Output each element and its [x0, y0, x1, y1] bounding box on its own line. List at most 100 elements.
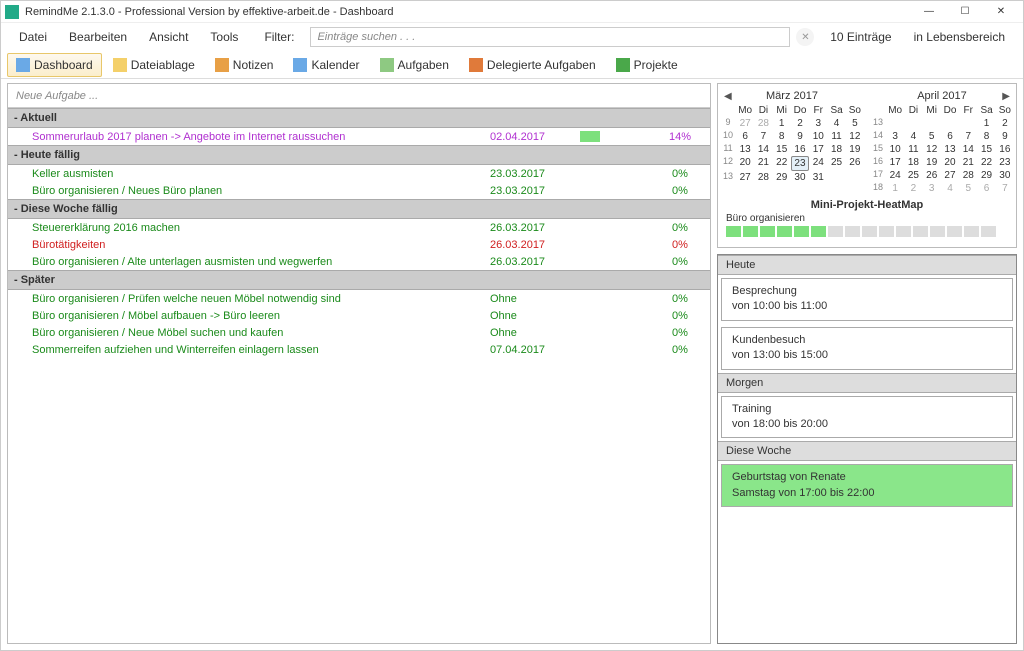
calendar-day[interactable]: 22 [977, 156, 995, 169]
calendar-day[interactable]: 23 [996, 156, 1014, 169]
task-row[interactable]: Büro organisieren / Möbel aufbauen -> Bü… [8, 307, 710, 324]
task-row[interactable]: Sommerreifen aufziehen und Winterreifen … [8, 341, 710, 358]
menu-datei[interactable]: Datei [9, 26, 57, 48]
maximize-button[interactable]: ☐ [947, 2, 983, 22]
calendar-day[interactable]: 1 [886, 182, 904, 195]
agenda-item[interactable]: Besprechungvon 10:00 bis 11:00 [721, 278, 1013, 321]
tab-projekte[interactable]: Projekte [607, 53, 687, 77]
calendar-day[interactable]: 7 [754, 130, 772, 143]
calendar-day[interactable]: 14 [959, 143, 977, 156]
calendar-day[interactable]: 1 [977, 117, 995, 130]
calendar-prev-icon[interactable]: ◀ [724, 91, 732, 102]
calendar-day[interactable]: 30 [996, 169, 1014, 182]
calendar-day[interactable]: 22 [773, 156, 791, 171]
task-row[interactable]: Keller ausmisten23.03.20170% [8, 165, 710, 182]
calendar-day[interactable]: 27 [736, 171, 754, 184]
calendar-day[interactable]: 17 [886, 156, 904, 169]
calendar-day[interactable]: 23 [791, 156, 809, 171]
calendar-day[interactable]: 10 [886, 143, 904, 156]
calendar-day[interactable]: 17 [809, 143, 827, 156]
calendar-day[interactable]: 8 [977, 130, 995, 143]
calendar-day[interactable]: 26 [846, 156, 864, 171]
tab-kalender[interactable]: Kalender [284, 53, 368, 77]
calendar-day[interactable]: 26 [923, 169, 941, 182]
calendar-day[interactable]: 9 [791, 130, 809, 143]
calendar-day[interactable]: 3 [809, 117, 827, 130]
group-header[interactable]: - Heute fällig [8, 145, 710, 165]
calendar-day[interactable]: 29 [773, 171, 791, 184]
agenda-item[interactable]: Trainingvon 18:00 bis 20:00 [721, 396, 1013, 439]
calendar-day[interactable]: 5 [846, 117, 864, 130]
calendar-day[interactable]: 4 [941, 182, 959, 195]
calendar-day[interactable]: 13 [736, 143, 754, 156]
tab-dashboard[interactable]: Dashboard [7, 53, 102, 77]
calendar-day[interactable]: 2 [791, 117, 809, 130]
group-header[interactable]: - Später [8, 270, 710, 290]
menu-bearbeiten[interactable]: Bearbeiten [59, 26, 137, 48]
calendar-day[interactable]: 6 [941, 130, 959, 143]
tab-aufgaben[interactable]: Aufgaben [371, 53, 458, 77]
calendar-day[interactable]: 13 [941, 143, 959, 156]
agenda-item[interactable]: Kundenbesuchvon 13:00 bis 15:00 [721, 327, 1013, 370]
calendar-day[interactable]: 21 [959, 156, 977, 169]
calendar-day[interactable]: 3 [886, 130, 904, 143]
calendar-day[interactable]: 4 [904, 130, 922, 143]
tab-delegierte[interactable]: Delegierte Aufgaben [460, 53, 605, 77]
calendar-day[interactable]: 28 [754, 171, 772, 184]
close-button[interactable]: ✕ [983, 2, 1019, 22]
menu-tools[interactable]: Tools [200, 26, 248, 48]
calendar-day[interactable]: 6 [977, 182, 995, 195]
calendar-day[interactable]: 24 [809, 156, 827, 171]
calendar-day[interactable]: 20 [941, 156, 959, 169]
calendar-day[interactable]: 9 [996, 130, 1014, 143]
search-input[interactable]: Einträge suchen . . . [310, 27, 790, 47]
calendar-day[interactable]: 7 [959, 130, 977, 143]
calendar-day[interactable]: 4 [827, 117, 845, 130]
calendar-day[interactable]: 19 [846, 143, 864, 156]
calendar-day[interactable]: 11 [827, 130, 845, 143]
calendar-day[interactable]: 15 [773, 143, 791, 156]
calendar-day[interactable]: 19 [923, 156, 941, 169]
calendar-day[interactable]: 28 [959, 169, 977, 182]
calendar-day[interactable]: 25 [904, 169, 922, 182]
task-row[interactable]: Büro organisieren / Alte unterlagen ausm… [8, 253, 710, 270]
task-row[interactable]: Büro organisieren / Neue Möbel suchen un… [8, 324, 710, 341]
calendar-month-2[interactable]: April 2017▶MoDiMiDoFrSaSo131214345678915… [870, 88, 1014, 195]
calendar-day[interactable]: 1 [773, 117, 791, 130]
calendar-day[interactable]: 8 [773, 130, 791, 143]
calendar-day[interactable]: 2 [996, 117, 1014, 130]
calendar-day[interactable]: 14 [754, 143, 772, 156]
calendar-next-icon[interactable]: ▶ [1002, 91, 1010, 102]
calendar-day[interactable]: 27 [736, 117, 754, 130]
calendar-day[interactable]: 12 [846, 130, 864, 143]
calendar-day[interactable]: 15 [977, 143, 995, 156]
calendar-day[interactable]: 16 [791, 143, 809, 156]
calendar-day[interactable]: 12 [923, 143, 941, 156]
calendar-day[interactable]: 18 [827, 143, 845, 156]
task-row[interactable]: Büro organisieren / Neues Büro planen23.… [8, 182, 710, 199]
calendar-day[interactable]: 30 [791, 171, 809, 184]
clear-search-icon[interactable]: ✕ [796, 28, 814, 46]
calendar-day[interactable]: 18 [904, 156, 922, 169]
calendar-day[interactable]: 11 [904, 143, 922, 156]
menu-ansicht[interactable]: Ansicht [139, 26, 198, 48]
task-row[interactable]: Büro organisieren / Prüfen welche neuen … [8, 290, 710, 307]
minimize-button[interactable]: — [911, 2, 947, 22]
calendar-day[interactable]: 31 [809, 171, 827, 184]
calendar-day[interactable]: 24 [886, 169, 904, 182]
calendar-day[interactable]: 5 [959, 182, 977, 195]
calendar-day[interactable]: 5 [923, 130, 941, 143]
calendar-day[interactable]: 7 [996, 182, 1014, 195]
calendar-day[interactable]: 25 [827, 156, 845, 171]
task-row[interactable]: Steuererklärung 2016 machen26.03.20170% [8, 219, 710, 236]
calendar-day[interactable]: 20 [736, 156, 754, 171]
task-row[interactable]: Bürotätigkeiten26.03.20170% [8, 236, 710, 253]
calendar-day[interactable]: 28 [754, 117, 772, 130]
calendar-day[interactable]: 16 [996, 143, 1014, 156]
calendar-day[interactable]: 29 [977, 169, 995, 182]
calendar-day[interactable]: 6 [736, 130, 754, 143]
calendar-day[interactable]: 10 [809, 130, 827, 143]
group-header[interactable]: - Diese Woche fällig [8, 199, 710, 219]
calendar-day[interactable]: 21 [754, 156, 772, 171]
task-row[interactable]: Sommerurlaub 2017 planen -> Angebote im … [8, 128, 710, 145]
